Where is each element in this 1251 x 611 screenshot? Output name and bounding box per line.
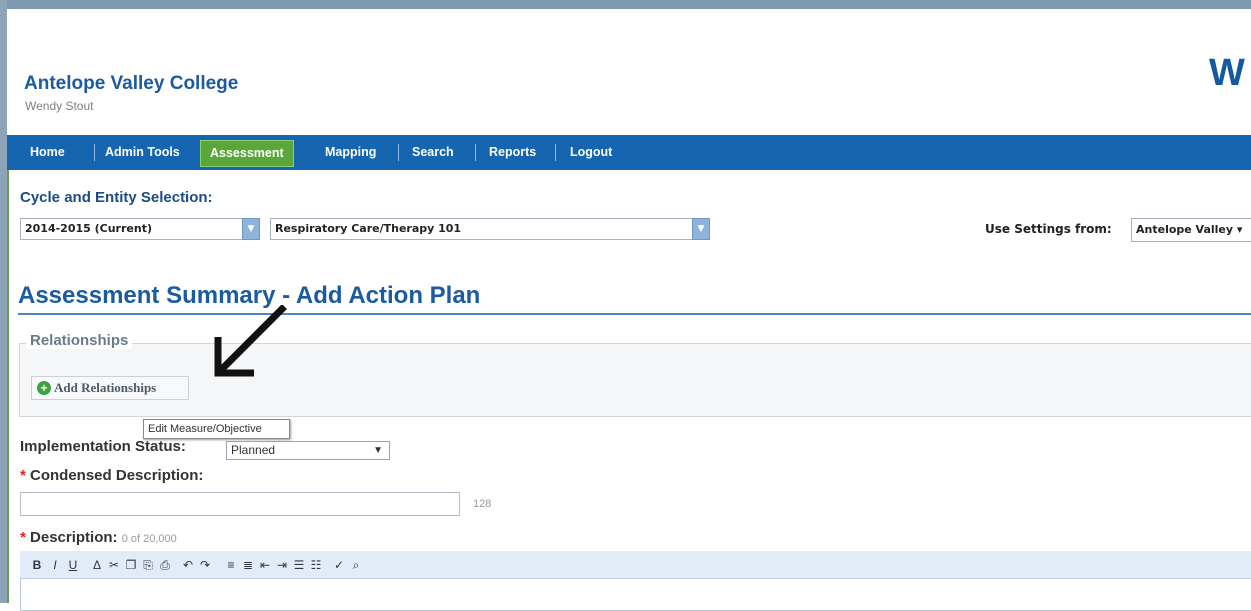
nav-mapping[interactable]: Mapping	[316, 135, 385, 170]
underline-button[interactable]: U	[66, 556, 80, 574]
title-divider	[18, 313, 1251, 315]
cycle-entity-label: Cycle and Entity Selection:	[20, 189, 213, 206]
italic-button[interactable]: I	[48, 556, 62, 574]
nav-home[interactable]: Home	[21, 135, 74, 170]
relationships-fieldset	[19, 343, 1251, 417]
undo-icon[interactable]: ↶	[181, 556, 195, 574]
nav-separator	[475, 144, 476, 161]
use-settings-value: Antelope Valley	[1136, 223, 1234, 236]
condensed-description-text: Condensed Description:	[30, 467, 204, 484]
college-name[interactable]: Antelope Valley College	[24, 73, 238, 95]
description-char-count: 0 of 20,000	[121, 533, 177, 545]
add-relationships-button[interactable]: + Add Relationships	[31, 376, 189, 400]
brand-logo: W	[1209, 52, 1245, 94]
description-text: Description:	[30, 529, 118, 546]
content-left-border	[7, 170, 9, 603]
align-center-icon[interactable]: ≣	[241, 556, 255, 574]
implementation-status-label: Implementation Status:	[20, 438, 186, 455]
use-settings-label: Use Settings from:	[985, 222, 1112, 236]
nav-search[interactable]: Search	[403, 135, 463, 170]
cut-icon[interactable]: ✂	[107, 556, 121, 574]
add-icon: +	[37, 381, 51, 395]
nav-assessment[interactable]: Assessment	[200, 140, 294, 167]
nav-separator	[94, 144, 95, 161]
window-border-top	[0, 0, 1251, 9]
add-relationships-label: Add Relationships	[54, 380, 157, 395]
implementation-status-select[interactable]: Planned ▼	[226, 441, 390, 460]
caret-down-icon: ▼	[373, 445, 383, 456]
paste-icon[interactable]: ⎘	[141, 556, 155, 574]
implementation-status-value: Planned	[231, 443, 276, 457]
nav-reports[interactable]: Reports	[480, 135, 545, 170]
cycle-select-value: 2014-2015 (Current)	[25, 222, 152, 235]
user-name: Wendy Stout	[25, 99, 94, 113]
annotation-arrow-icon	[214, 305, 287, 377]
relationships-legend: Relationships	[26, 332, 133, 349]
main-navbar: Home Admin Tools Assessment Mapping Sear…	[7, 135, 1251, 170]
use-settings-select[interactable]: Antelope Valley ▾	[1131, 218, 1251, 242]
dropdown-arrow-icon[interactable]: ▼	[242, 218, 260, 240]
ordered-list-icon[interactable]: ☰	[292, 556, 306, 574]
spellcheck-icon[interactable]: ✓	[332, 556, 346, 574]
redo-icon[interactable]: ↷	[198, 556, 212, 574]
condensed-description-label: * Condensed Description:	[20, 467, 203, 484]
unordered-list-icon[interactable]: ☷	[309, 556, 323, 574]
nav-separator	[398, 144, 399, 161]
entity-select-value: Respiratory Care/Therapy 101	[275, 222, 462, 235]
condensed-char-count: 128	[473, 498, 492, 510]
condensed-description-input[interactable]	[20, 492, 460, 516]
preview-icon[interactable]: ⌕	[349, 556, 363, 574]
cycle-select[interactable]: 2014-2015 (Current) ▼	[20, 218, 260, 240]
entity-select[interactable]: Respiratory Care/Therapy 101 ▼	[270, 218, 710, 240]
window-border-left	[0, 0, 7, 603]
dropdown-arrow-icon[interactable]: ▼	[692, 218, 710, 240]
find-icon[interactable]: Δ	[90, 556, 104, 574]
nav-separator	[555, 144, 556, 161]
required-marker: *	[20, 467, 26, 484]
edit-measure-tooltip: Edit Measure/Objective	[143, 419, 290, 439]
nav-admin-tools[interactable]: Admin Tools	[96, 135, 189, 170]
indent-icon[interactable]: ⇥	[275, 556, 289, 574]
description-label: * Description: 0 of 20,000	[20, 529, 177, 546]
site-header	[7, 9, 1251, 135]
bold-button[interactable]: B	[30, 556, 44, 574]
required-marker: *	[20, 529, 26, 546]
copy-icon[interactable]: ❐	[124, 556, 138, 574]
outdent-icon[interactable]: ⇤	[258, 556, 272, 574]
align-left-icon[interactable]: ≡	[224, 556, 238, 574]
paste-word-icon[interactable]: ⎙	[158, 556, 172, 574]
nav-logout[interactable]: Logout	[561, 135, 621, 170]
